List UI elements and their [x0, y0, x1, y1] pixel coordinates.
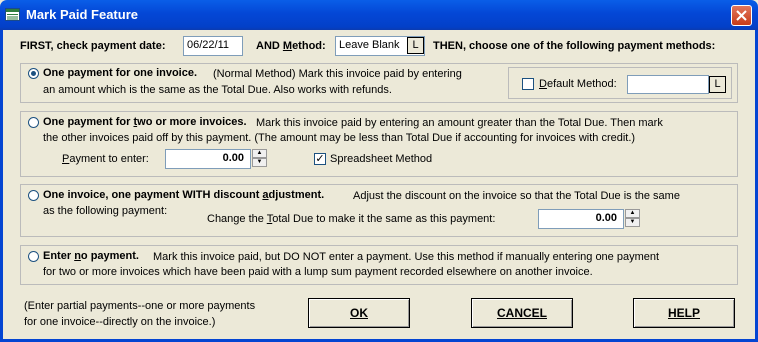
help-button[interactable]: HELP [633, 298, 735, 328]
partial-payments-note-line2: for one invoice--directly on the invoice… [24, 316, 216, 328]
window-border-left [0, 30, 3, 342]
payment-to-enter-label: Payment to enter: [62, 153, 149, 165]
change-total-due-input[interactable]: 0.00 [538, 209, 624, 229]
method-lookup-button[interactable]: L [407, 37, 424, 54]
partial-payments-note-line1: (Enter partial payments--one or more pay… [24, 300, 256, 312]
ok-button-label: OK [350, 306, 368, 320]
option2-line2: the other invoices paid off by this paym… [43, 132, 636, 144]
change-total-due-label: Change the Total Due to make it the same… [207, 213, 496, 225]
option1-line2: an amount which is the same as the Total… [43, 84, 392, 96]
close-button[interactable] [731, 5, 752, 26]
close-icon [736, 10, 747, 21]
payment-to-enter-input[interactable]: 0.00 [165, 149, 251, 169]
option-no-payment-radio[interactable] [28, 251, 39, 262]
default-method-lookup-button[interactable]: L [709, 76, 726, 93]
option-two-or-more-invoices-radio[interactable] [28, 117, 39, 128]
default-method-input[interactable] [627, 75, 709, 94]
option-one-payment-one-invoice-radio[interactable] [28, 68, 39, 79]
option-discount-adjustment-radio[interactable] [28, 190, 39, 201]
change-total-spinner[interactable]: ▲ ▼ [625, 209, 640, 228]
default-method-checkbox[interactable] [522, 78, 534, 90]
option3-title: One invoice, one payment WITH discount a… [43, 189, 325, 201]
payment-date-input[interactable]: 06/22/11 [183, 36, 243, 56]
option2-line1: Mark this invoice paid by entering an am… [256, 117, 663, 129]
option3-line2: as the following payment: [43, 205, 168, 217]
check-date-label: FIRST, check payment date: [20, 40, 166, 52]
option4-line2: for two or more invoices which have been… [43, 266, 593, 278]
spreadsheet-method-checkbox[interactable]: ✓ [314, 153, 326, 165]
help-button-label: HELP [667, 306, 700, 320]
spin-up-icon[interactable]: ▲ [625, 209, 640, 218]
cancel-button-label: CANCEL [497, 306, 547, 320]
option1-title: One payment for one invoice. [43, 67, 198, 79]
spreadsheet-method-label: Spreadsheet Method [330, 153, 433, 165]
option2-title: One payment for two or more invoices. [43, 116, 247, 128]
option1-line1: (Normal Method) Mark this invoice paid b… [213, 68, 462, 80]
method-label: AND Method: [256, 40, 326, 52]
title-bar: Mark Paid Feature [0, 0, 758, 30]
option4-title: Enter no payment. [43, 250, 139, 262]
cancel-button[interactable]: CANCEL [471, 298, 573, 328]
spin-up-icon[interactable]: ▲ [252, 149, 267, 158]
spin-down-icon[interactable]: ▼ [252, 158, 267, 167]
default-method-label: Default Method: [539, 78, 617, 90]
form-icon [5, 8, 20, 21]
window-title: Mark Paid Feature [26, 7, 138, 22]
spin-down-icon[interactable]: ▼ [625, 218, 640, 227]
payment-spinner[interactable]: ▲ ▼ [252, 149, 267, 168]
option4-line1: Mark this invoice paid, but DO NOT enter… [153, 251, 660, 263]
option3-line1: Adjust the discount on the invoice so th… [353, 190, 680, 202]
then-choose-label: THEN, choose one of the following paymen… [433, 40, 716, 52]
ok-button[interactable]: OK [308, 298, 410, 328]
